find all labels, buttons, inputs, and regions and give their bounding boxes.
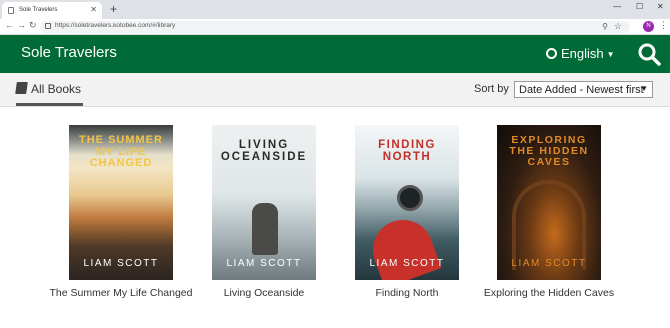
book-title[interactable]: Finding North (335, 287, 479, 301)
search-button[interactable] (637, 42, 661, 66)
book-icon (15, 82, 28, 94)
language-label: English (561, 46, 604, 61)
sort-value: Date Added - Newest first (519, 84, 644, 96)
language-selector[interactable]: English ▼ (546, 46, 615, 61)
sort-select[interactable]: Date Added - Newest first ▼ (514, 81, 653, 98)
browser-tabstrip: Sole Travelers ✕ + — ☐ ✕ (0, 0, 670, 19)
brand-title: Sole Travelers (21, 44, 117, 61)
close-tab-icon[interactable]: ✕ (90, 5, 97, 14)
library-toolbar: All Books Sort by Date Added - Newest fi… (0, 73, 670, 107)
profile-avatar[interactable]: N (643, 21, 654, 32)
browser-tab[interactable]: Sole Travelers ✕ (2, 2, 102, 19)
maximize-icon[interactable]: ☐ (636, 2, 643, 11)
back-icon[interactable]: ← (5, 20, 14, 30)
browser-toolbar: ← → ↻ https://soletravelers.kotobee.com/… (0, 19, 670, 35)
cover-author: LIAM SCOTT (511, 258, 587, 269)
cover-author: LIAM SCOTT (226, 258, 302, 269)
cover-art (364, 211, 442, 280)
cover-title: THE SUMMER MY LIFE CHANGED (79, 134, 163, 170)
search-icon[interactable]: ⚲ (602, 22, 608, 31)
address-bar[interactable]: https://soletravelers.kotobee.com/#/libr… (40, 21, 630, 33)
cover-art (512, 180, 586, 270)
cover-title: LIVING OCEANSIDE (220, 139, 308, 164)
compass-icon (397, 185, 423, 211)
bookmark-star-icon[interactable]: ☆ (614, 21, 622, 32)
book-cover[interactable]: LIVING OCEANSIDE LIAM SCOTT (212, 125, 316, 280)
url-text: https://soletravelers.kotobee.com/#/libr… (55, 22, 176, 29)
close-window-icon[interactable]: ✕ (657, 2, 664, 11)
new-tab-button[interactable]: + (110, 2, 117, 16)
page-icon (8, 7, 14, 14)
cover-author: LIAM SCOTT (83, 258, 159, 269)
book-cover[interactable]: THE SUMMER MY LIFE CHANGED LIAM SCOTT (69, 125, 173, 280)
minimize-icon[interactable]: — (613, 2, 621, 11)
reload-icon[interactable]: ↻ (29, 20, 37, 31)
sort-label: Sort by (474, 83, 509, 95)
tab-all-books[interactable]: All Books (15, 82, 82, 96)
cover-art (252, 203, 278, 255)
book-cover[interactable]: FINDING NORTH LIAM SCOTT (355, 125, 459, 280)
globe-icon (546, 48, 557, 59)
app-header: Sole Travelers English ▼ (0, 35, 670, 73)
cover-title: EXPLORING THE HIDDEN CAVES (509, 134, 589, 169)
forward-icon[interactable]: → (17, 20, 26, 30)
caret-down-icon: ▼ (606, 50, 615, 59)
tab-title: Sole Travelers (19, 7, 58, 13)
browser-menu-icon[interactable]: ⋮ (659, 20, 668, 31)
lock-icon (45, 23, 51, 29)
active-tab-indicator (16, 103, 83, 106)
book-title[interactable]: Exploring the Hidden Caves (477, 287, 621, 301)
book-title[interactable]: Living Oceanside (192, 287, 336, 301)
tab-all-books-label: All Books (31, 82, 82, 96)
cover-title: FINDING NORTH (378, 139, 436, 164)
book-cover[interactable]: EXPLORING THE HIDDEN CAVES LIAM SCOTT (497, 125, 601, 280)
cover-author: LIAM SCOTT (369, 258, 445, 269)
dropdown-arrow-icon: ▼ (640, 84, 648, 93)
book-title[interactable]: The Summer My Life Changed (49, 287, 193, 301)
